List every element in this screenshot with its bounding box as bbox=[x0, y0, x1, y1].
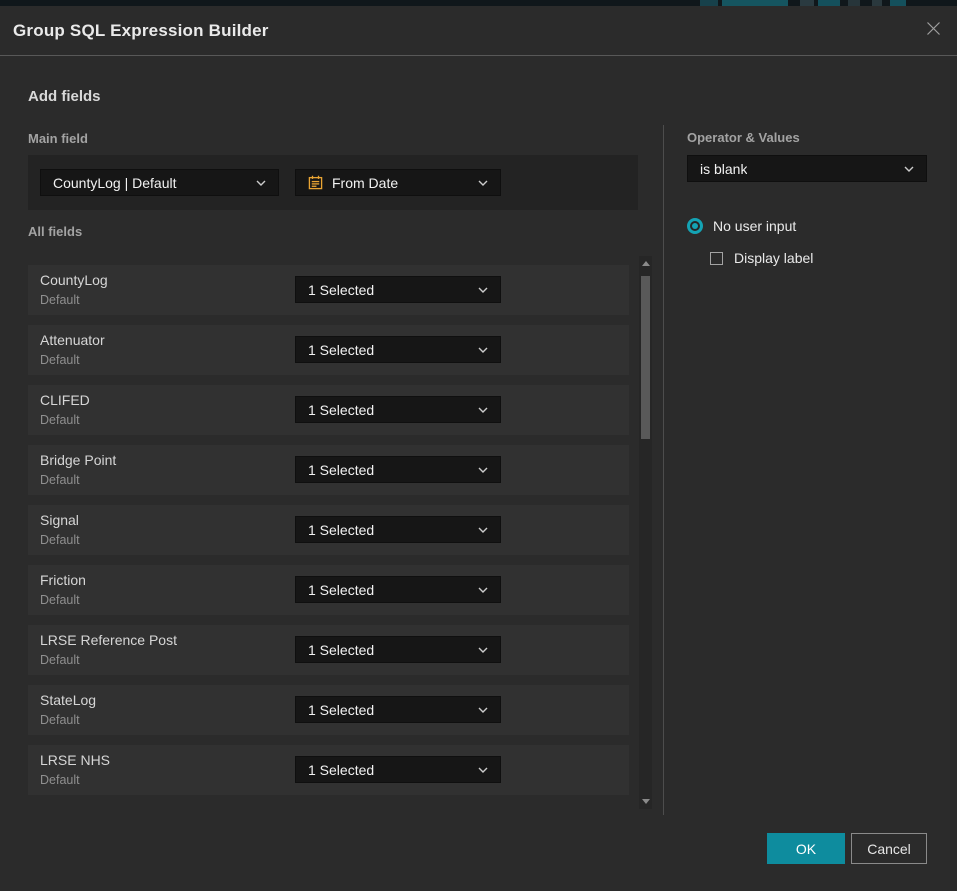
field-source-label: Default bbox=[40, 473, 80, 487]
field-name: Friction bbox=[40, 572, 86, 588]
field-name: CountyLog bbox=[40, 272, 108, 288]
dialog-title: Group SQL Expression Builder bbox=[13, 21, 269, 41]
field-name: Attenuator bbox=[40, 332, 105, 348]
ok-button[interactable]: OK bbox=[767, 833, 845, 864]
operator-select-value: is blank bbox=[700, 161, 747, 177]
field-select-value: From Date bbox=[332, 175, 398, 191]
field-row: Signal Default 1 Selected bbox=[28, 505, 629, 555]
close-icon bbox=[926, 21, 941, 39]
group-sql-expression-builder-dialog: Group SQL Expression Builder Add fields … bbox=[0, 6, 957, 891]
display-label-text: Display label bbox=[734, 250, 813, 266]
operator-values-label: Operator & Values bbox=[687, 130, 800, 145]
field-row: LRSE NHS Default 1 Selected bbox=[28, 745, 629, 795]
field-name: Bridge Point bbox=[40, 452, 116, 468]
chevron-down-icon bbox=[478, 467, 488, 473]
field-name: StateLog bbox=[40, 692, 96, 708]
field-row: CLIFED Default 1 Selected bbox=[28, 385, 629, 435]
scroll-up-icon[interactable] bbox=[642, 261, 650, 266]
operator-select-dropdown[interactable]: is blank bbox=[687, 155, 927, 182]
chevron-down-icon bbox=[478, 527, 488, 533]
field-selection-value: 1 Selected bbox=[308, 282, 374, 298]
field-selection-dropdown[interactable]: 1 Selected bbox=[295, 756, 501, 783]
field-selection-dropdown[interactable]: 1 Selected bbox=[295, 336, 501, 363]
field-row: CountyLog Default 1 Selected bbox=[28, 265, 629, 315]
field-name: CLIFED bbox=[40, 392, 90, 408]
list-scrollbar[interactable] bbox=[639, 256, 652, 809]
main-field-label: Main field bbox=[28, 131, 88, 146]
field-row: Friction Default 1 Selected bbox=[28, 565, 629, 615]
chevron-down-icon bbox=[478, 180, 488, 186]
field-selection-dropdown[interactable]: 1 Selected bbox=[295, 516, 501, 543]
scroll-down-icon[interactable] bbox=[642, 799, 650, 804]
field-selection-dropdown[interactable]: 1 Selected bbox=[295, 456, 501, 483]
field-name: Signal bbox=[40, 512, 79, 528]
field-source-label: Default bbox=[40, 413, 80, 427]
display-label-checkbox[interactable]: Display label bbox=[710, 250, 813, 266]
chevron-down-icon bbox=[478, 347, 488, 353]
chevron-down-icon bbox=[478, 707, 488, 713]
all-fields-list: CountyLog Default 1 Selected Attenuator … bbox=[28, 265, 629, 805]
field-select-dropdown[interactable]: From Date bbox=[295, 169, 501, 196]
field-selection-value: 1 Selected bbox=[308, 642, 374, 658]
no-user-input-label: No user input bbox=[713, 218, 796, 234]
field-selection-dropdown[interactable]: 1 Selected bbox=[295, 576, 501, 603]
field-selection-value: 1 Selected bbox=[308, 462, 374, 478]
chevron-down-icon bbox=[478, 407, 488, 413]
all-fields-label: All fields bbox=[28, 224, 82, 239]
field-source-label: Default bbox=[40, 353, 80, 367]
field-selection-dropdown[interactable]: 1 Selected bbox=[295, 396, 501, 423]
field-row: LRSE Reference Post Default 1 Selected bbox=[28, 625, 629, 675]
calendar-icon bbox=[308, 175, 323, 190]
field-source-label: Default bbox=[40, 713, 80, 727]
field-row: Bridge Point Default 1 Selected bbox=[28, 445, 629, 495]
chevron-down-icon bbox=[478, 647, 488, 653]
field-source-label: Default bbox=[40, 533, 80, 547]
chevron-down-icon bbox=[478, 287, 488, 293]
field-selection-dropdown[interactable]: 1 Selected bbox=[295, 696, 501, 723]
field-name: LRSE NHS bbox=[40, 752, 110, 768]
field-selection-value: 1 Selected bbox=[308, 702, 374, 718]
field-selection-dropdown[interactable]: 1 Selected bbox=[295, 276, 501, 303]
main-field-panel: CountyLog | Default From Date bbox=[28, 155, 638, 210]
cancel-button[interactable]: Cancel bbox=[851, 833, 927, 864]
field-source-label: Default bbox=[40, 593, 80, 607]
dialog-titlebar: Group SQL Expression Builder bbox=[0, 6, 957, 56]
field-selection-value: 1 Selected bbox=[308, 402, 374, 418]
field-row: Attenuator Default 1 Selected bbox=[28, 325, 629, 375]
checkbox-unchecked-icon bbox=[710, 252, 723, 265]
field-source-label: Default bbox=[40, 773, 80, 787]
scrollbar-thumb[interactable] bbox=[641, 276, 650, 439]
chevron-down-icon bbox=[904, 166, 914, 172]
field-row: StateLog Default 1 Selected bbox=[28, 685, 629, 735]
field-selection-value: 1 Selected bbox=[308, 522, 374, 538]
field-selection-dropdown[interactable]: 1 Selected bbox=[295, 636, 501, 663]
field-selection-value: 1 Selected bbox=[308, 582, 374, 598]
chevron-down-icon bbox=[256, 180, 266, 186]
layer-select-value: CountyLog | Default bbox=[53, 175, 177, 191]
layer-select-dropdown[interactable]: CountyLog | Default bbox=[40, 169, 279, 196]
field-source-label: Default bbox=[40, 653, 80, 667]
panel-divider bbox=[663, 125, 664, 815]
add-fields-heading: Add fields bbox=[28, 88, 101, 105]
field-source-label: Default bbox=[40, 293, 80, 307]
radio-selected-icon bbox=[687, 218, 703, 234]
field-selection-value: 1 Selected bbox=[308, 762, 374, 778]
chevron-down-icon bbox=[478, 587, 488, 593]
close-button[interactable] bbox=[923, 20, 943, 40]
chevron-down-icon bbox=[478, 767, 488, 773]
field-name: LRSE Reference Post bbox=[40, 632, 177, 648]
field-selection-value: 1 Selected bbox=[308, 342, 374, 358]
no-user-input-radio[interactable]: No user input bbox=[687, 218, 796, 234]
